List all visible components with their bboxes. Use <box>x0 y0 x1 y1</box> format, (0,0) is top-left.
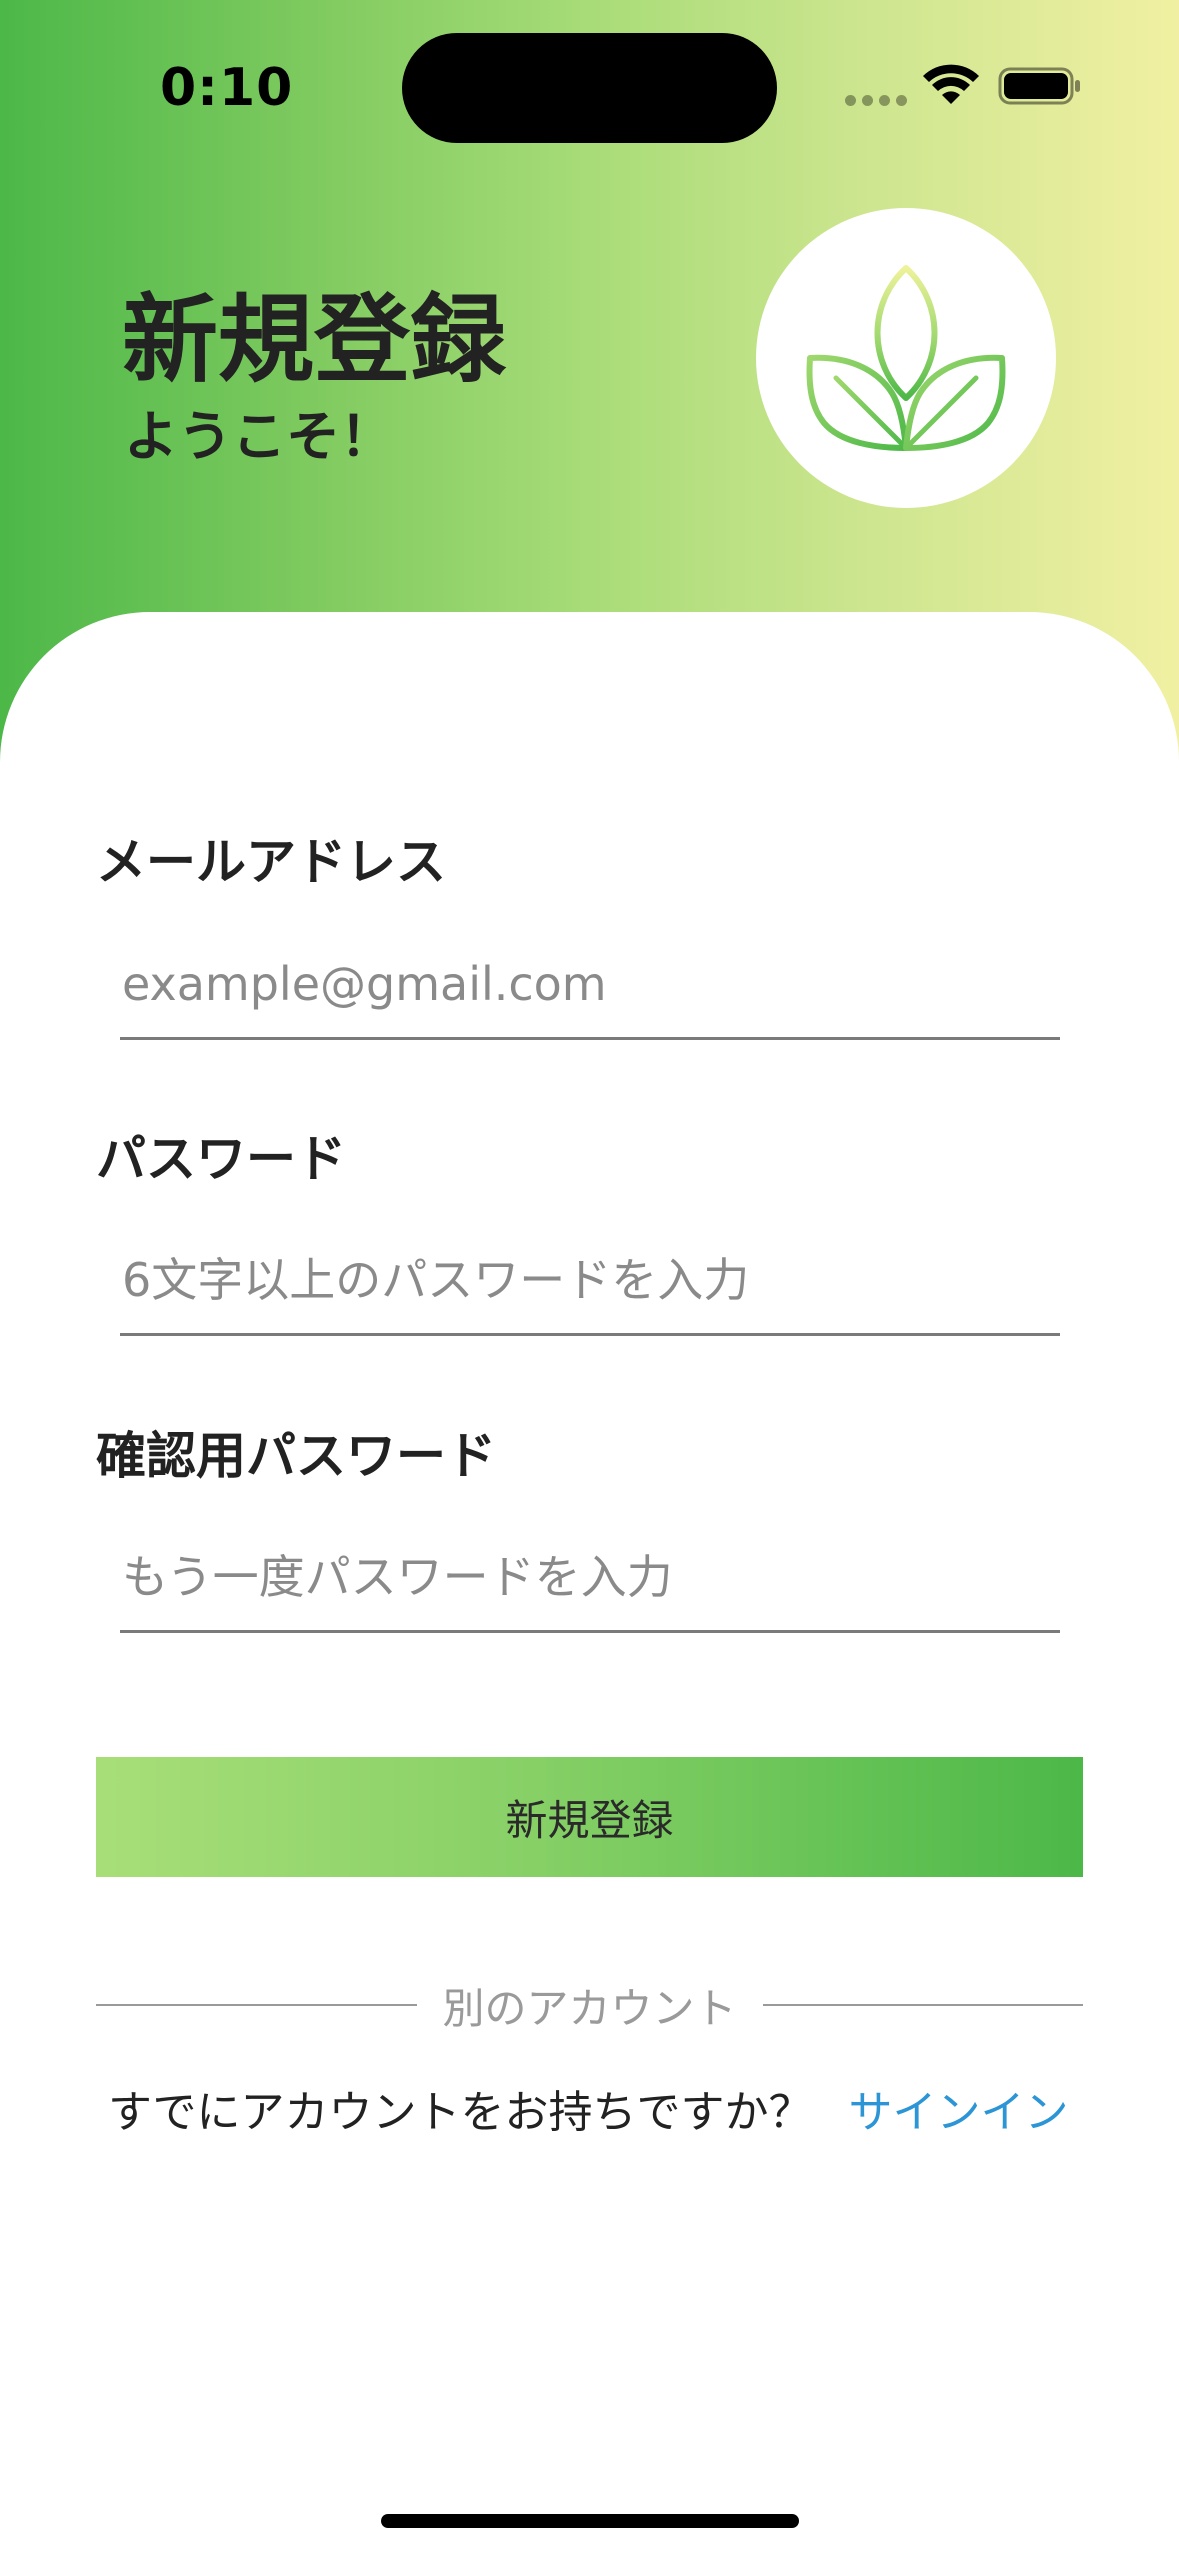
divider-label: 別のアカウント <box>442 1983 737 2033</box>
divider-line-left <box>96 2004 417 2006</box>
password-label: パスワード <box>96 1130 346 1188</box>
confirm-password-field[interactable] <box>120 1523 1060 1633</box>
register-button[interactable]: 新規登録 <box>96 1757 1083 1877</box>
wifi-icon <box>923 64 979 104</box>
signup-screen: 0:10 新規登録 ようこそ！ メールアドレス example@gmail.co… <box>0 0 1179 2556</box>
email-field[interactable] <box>120 930 1060 1040</box>
cellular-signal-icon <box>845 95 907 106</box>
confirm-password-label: 確認用パスワード <box>96 1427 496 1485</box>
signin-link[interactable]: サインイン <box>848 2087 1068 2138</box>
leaf-sprout-icon <box>806 265 1006 456</box>
password-field[interactable] <box>120 1226 1060 1336</box>
divider-line-right <box>762 2004 1084 2006</box>
page-subtitle: ようこそ！ <box>124 405 394 468</box>
status-bar-time: 0:10 <box>160 58 294 118</box>
email-label: メールアドレス <box>96 833 446 891</box>
alternate-account-divider: 別のアカウント <box>96 1975 1084 2035</box>
app-logo <box>756 208 1056 508</box>
battery-full-icon <box>998 67 1080 105</box>
dynamic-island <box>402 33 777 143</box>
home-indicator[interactable] <box>381 2514 799 2528</box>
signin-prompt-text: すでにアカウントをお持ちですか？ <box>108 2087 813 2138</box>
page-title: 新規登録 <box>122 284 506 396</box>
signin-prompt-row: すでにアカウントをお持ちですか？ サインイン <box>108 2076 1068 2140</box>
